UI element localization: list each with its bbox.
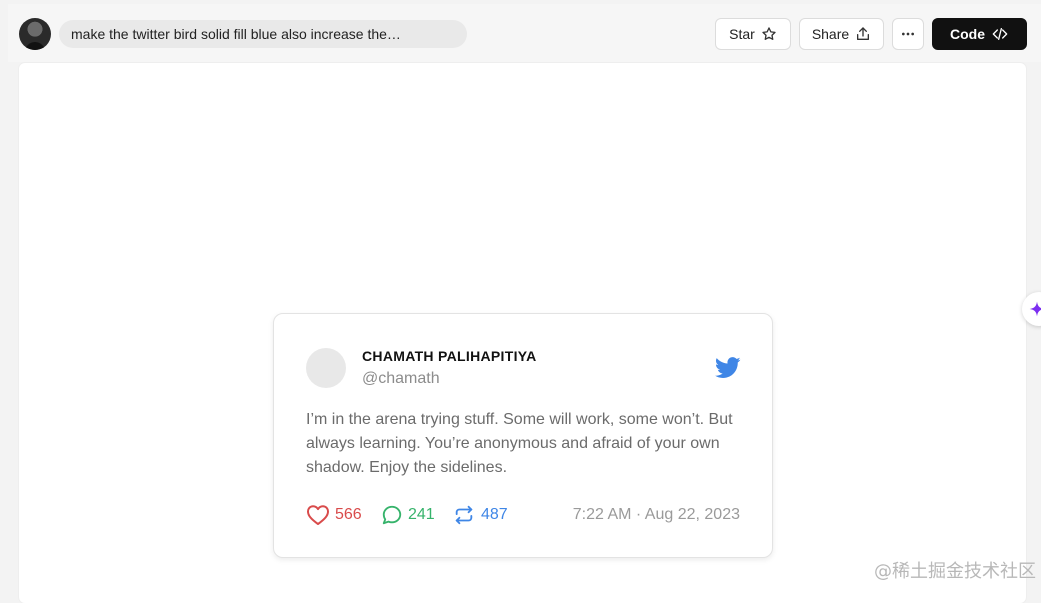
watermark: @稀土掘金技术社区	[874, 561, 1036, 582]
tweet-author-name: CHAMATH PALIHAPITIYA	[362, 348, 537, 364]
share-button[interactable]: Share	[799, 18, 884, 50]
prompt-bubble[interactable]: make the twitter bird solid fill blue al…	[59, 20, 467, 48]
tweet-timestamp: 7:22 AM · Aug 22, 2023	[572, 506, 740, 523]
tweet-text: I’m in the arena trying stuff. Some will…	[306, 411, 733, 476]
share-icon	[857, 27, 870, 40]
tweet-author-avatar	[306, 348, 346, 388]
more-options-button[interactable]	[892, 18, 924, 50]
retweet-count: 487	[481, 506, 508, 523]
heart-icon	[307, 505, 329, 525]
star-icon	[762, 27, 776, 40]
star-button[interactable]: Star	[715, 18, 791, 50]
like-button[interactable]: 566	[306, 504, 362, 526]
more-icon	[902, 32, 914, 36]
tweet-card: CHAMATH PALIHAPITIYA @chamath I’m in the…	[273, 313, 773, 558]
retweet-icon	[455, 505, 473, 525]
like-count: 566	[335, 506, 362, 523]
reply-count: 241	[408, 506, 435, 523]
share-button-label: Share	[811, 26, 850, 42]
reply-button[interactable]: 241	[381, 504, 435, 526]
twitter-bird-icon	[715, 357, 741, 378]
retweet-button[interactable]: 487	[452, 504, 508, 526]
star-button-label: Star	[729, 26, 755, 42]
code-icon	[992, 28, 1008, 40]
sparkle-icon	[1029, 301, 1041, 317]
code-button-label: Code	[950, 26, 985, 42]
user-avatar[interactable]	[19, 18, 51, 50]
reply-icon	[382, 505, 402, 525]
code-button[interactable]: Code	[932, 18, 1027, 50]
tweet-author-handle: @chamath	[362, 370, 440, 387]
